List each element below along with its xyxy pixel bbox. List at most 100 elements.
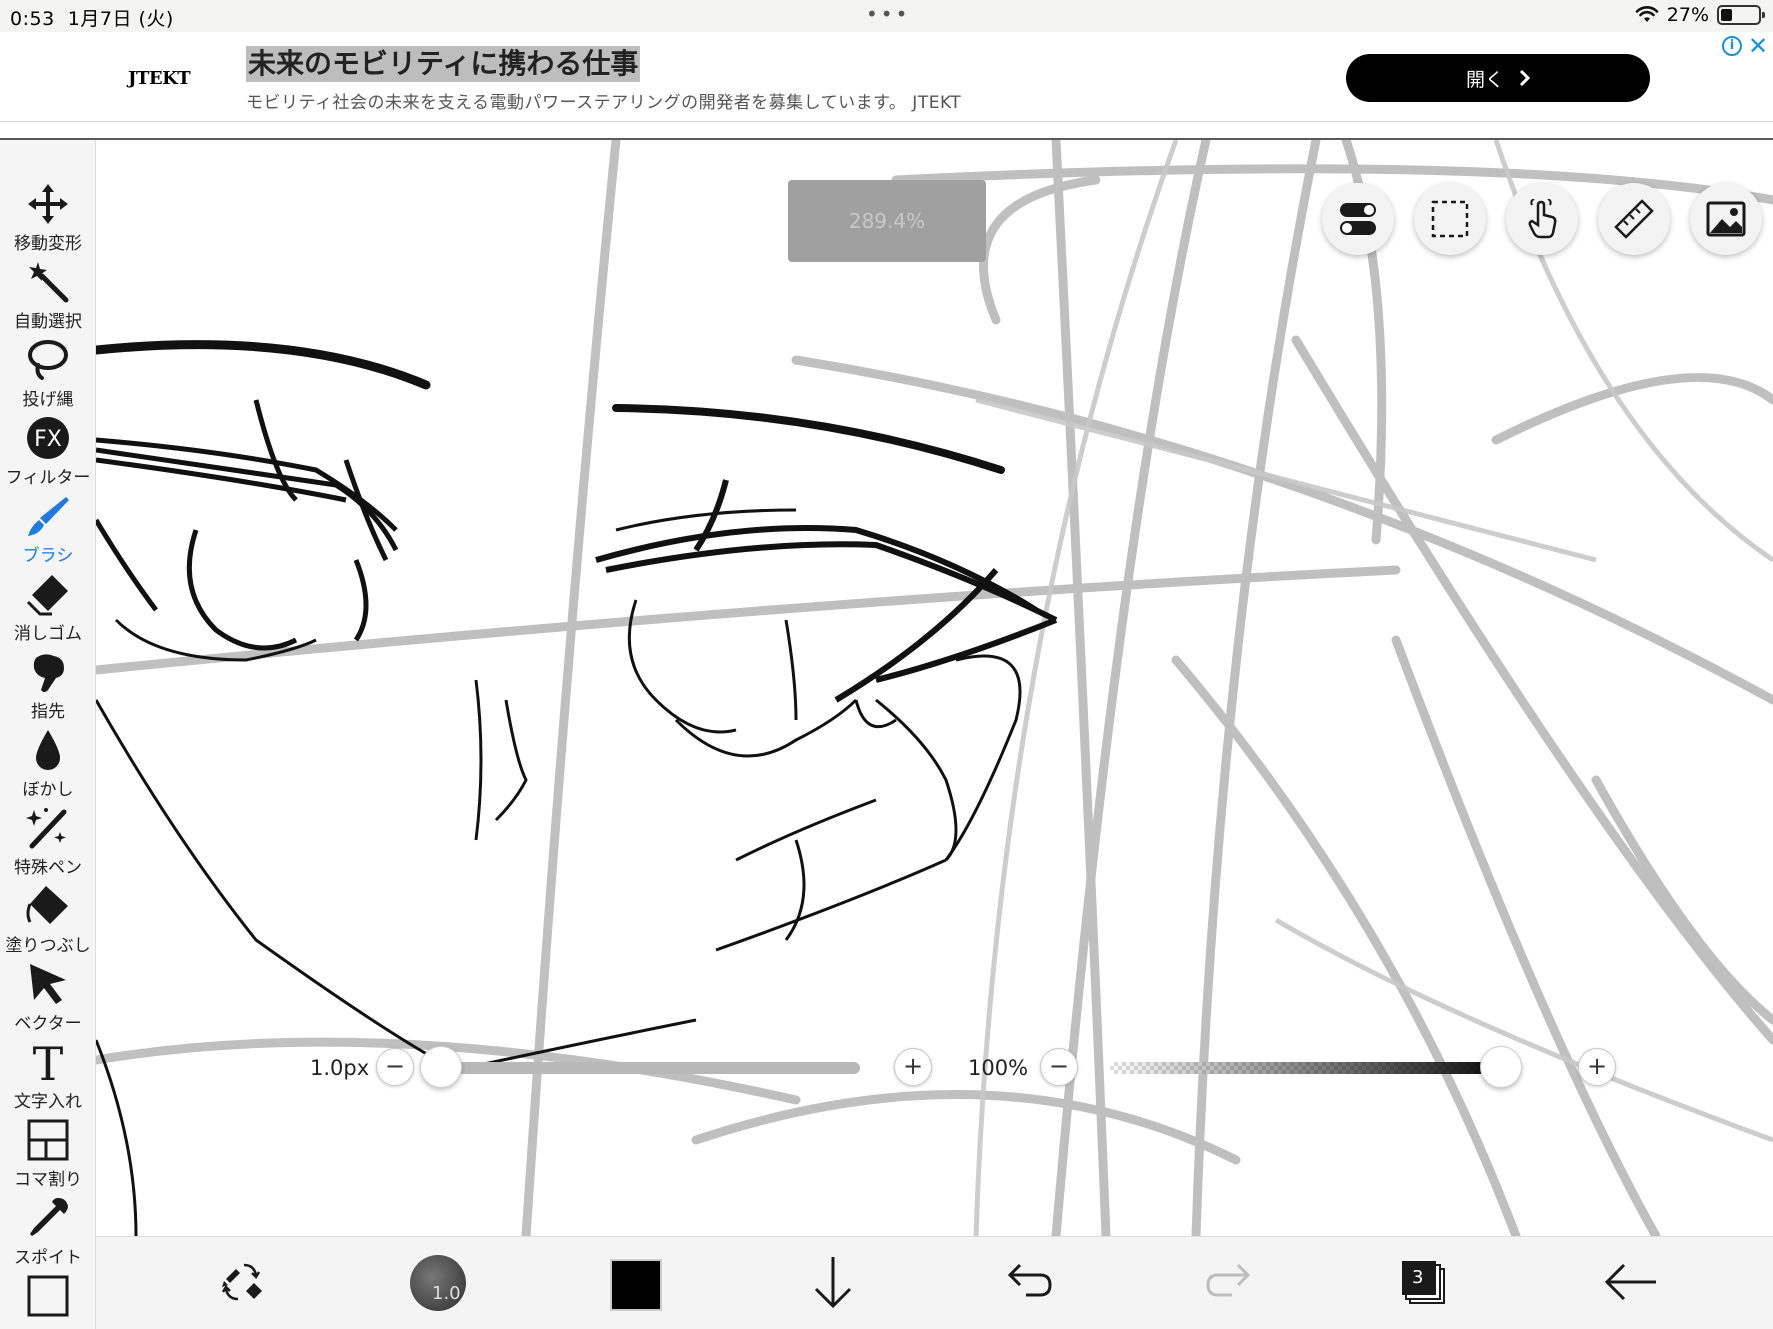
ad-logo: JTEKT: [128, 68, 191, 89]
tool-smudge[interactable]: 指先: [0, 648, 96, 726]
eraser-icon: [26, 575, 68, 616]
tool-label: 塗りつぶし: [5, 936, 91, 956]
tool-label: ぼかし: [22, 780, 74, 800]
brush-size-increase-button[interactable]: +: [894, 1048, 932, 1086]
canvas-square-icon: [27, 1275, 69, 1317]
zoom-indicator: 289.4%: [788, 180, 986, 262]
tool-label: ベクター: [14, 1014, 82, 1034]
pen-eraser-swap-icon: [221, 1263, 262, 1301]
tool-label: ブラシ: [22, 546, 74, 566]
tool-special-pen[interactable]: 特殊ペン: [0, 804, 96, 882]
tool-text[interactable]: T 文字入れ: [0, 1038, 96, 1116]
multitasking-dots[interactable]: •••: [866, 2, 910, 26]
ad-open-button[interactable]: 開く: [1346, 54, 1650, 102]
cursor-arrow-icon: [30, 964, 66, 1004]
brush-size-slider[interactable]: 1.0px − +: [300, 1046, 940, 1092]
arrow-down-icon: [814, 1257, 852, 1309]
text-t-icon: T: [33, 1040, 64, 1084]
tool-label: 指先: [31, 702, 65, 722]
ad-title[interactable]: 未来のモビリティに携わる仕事: [246, 46, 641, 82]
brush-size-value: 1.0px: [310, 1056, 370, 1080]
wifi-icon: [1635, 6, 1659, 22]
layers-button[interactable]: 3: [1400, 1259, 1446, 1305]
battery-percent: 27%: [1666, 4, 1709, 26]
tool-magic-wand[interactable]: 自動選択: [0, 258, 96, 336]
chevron-right-icon: [1519, 69, 1530, 87]
selection-button[interactable]: [1414, 183, 1486, 255]
tool-filter[interactable]: FX フィルター: [0, 414, 96, 492]
brush-opacity-slider[interactable]: 100% − +: [960, 1046, 1620, 1092]
brush-opacity-decrease-button[interactable]: −: [1040, 1048, 1078, 1086]
tool-label: 投げ縄: [22, 390, 74, 410]
magic-wand-icon: [29, 262, 69, 303]
ad-description: モビリティ社会の未来を支える電動パワーステアリングの開発者を募集しています。 J…: [246, 93, 962, 113]
tool-frame[interactable]: コマ割り: [0, 1116, 96, 1194]
tool-label: コマ割り: [14, 1170, 82, 1190]
brush-opacity-increase-button[interactable]: +: [1578, 1048, 1616, 1086]
battery-icon: [1717, 5, 1765, 25]
brush-icon: [28, 497, 69, 536]
arrow-left-icon: [1604, 1263, 1656, 1301]
clock: 0:53: [10, 8, 55, 30]
sparkle-pen-icon: [26, 808, 67, 849]
status-indicators: 27%: [1635, 4, 1765, 26]
tool-move[interactable]: 移動変形: [0, 180, 96, 258]
touch-mode-button[interactable]: [1506, 183, 1578, 255]
tool-lasso[interactable]: 投げ縄: [0, 336, 96, 414]
tool-vector[interactable]: ベクター: [0, 960, 96, 1038]
brush-opacity-thumb[interactable]: [1480, 1046, 1522, 1088]
tool-eyedropper[interactable]: スポイト: [0, 1194, 96, 1272]
swap-tool-button[interactable]: [210, 1249, 276, 1315]
undo-button[interactable]: [996, 1249, 1062, 1315]
brush-size-preview-label: 1.0: [432, 1283, 461, 1304]
left-toolbar: 移動変形 自動選択 投げ縄 FX フィルター ブラシ 消しゴム 指先 ぼかし 特…: [0, 140, 96, 1329]
panel-layout-icon: [27, 1119, 69, 1161]
image-material-button[interactable]: [1690, 183, 1762, 255]
move-arrows-icon: [28, 184, 68, 224]
toggle-settings-button[interactable]: [1322, 183, 1394, 255]
date: 1月7日 (火): [67, 8, 174, 30]
tool-label: 移動変形: [14, 234, 82, 254]
toggle-switch-icon: [1340, 203, 1376, 235]
ad-close-icon[interactable]: ✕: [1748, 32, 1768, 60]
tool-label: 文字入れ: [14, 1092, 82, 1112]
brush-size-thumb[interactable]: [420, 1046, 462, 1088]
brush-size-track[interactable]: [430, 1062, 860, 1074]
filter-fx-icon: FX: [27, 417, 69, 459]
ad-open-label: 開く: [1465, 69, 1504, 91]
back-button[interactable]: [1600, 1249, 1666, 1315]
brush-size-decrease-button[interactable]: −: [376, 1048, 414, 1086]
brush-opacity-track[interactable]: [1110, 1062, 1520, 1074]
current-color-swatch[interactable]: [610, 1259, 662, 1311]
layer-down-button[interactable]: [800, 1249, 866, 1315]
bottom-toolbar: 1.0 3: [96, 1236, 1773, 1329]
redo-button[interactable]: [1196, 1249, 1262, 1315]
water-drop-icon: [36, 730, 60, 770]
layer-count-label: 3: [1412, 1267, 1424, 1288]
status-bar: 0:53 1月7日 (火) ••• 27%: [0, 0, 1773, 32]
tool-label: 自動選択: [14, 312, 82, 332]
tool-label: スポイト: [14, 1248, 82, 1268]
redo-icon: [1206, 1263, 1251, 1297]
tool-label: 消しゴム: [14, 624, 82, 644]
ruler-icon: [1614, 199, 1654, 239]
image-icon: [1706, 201, 1746, 237]
ad-banner[interactable]: JTEKT 未来のモビリティに携わる仕事 モビリティ社会の未来を支える電動パワー…: [0, 32, 1773, 122]
hand-touch-icon: [1528, 199, 1557, 239]
dashed-selection-icon: [1431, 200, 1469, 238]
tool-canvas[interactable]: [0, 1272, 96, 1326]
brush-opacity-value: 100%: [968, 1056, 1029, 1080]
tool-blur[interactable]: ぼかし: [0, 726, 96, 804]
paint-bucket-icon: [26, 886, 68, 924]
tool-fill[interactable]: 塗りつぶし: [0, 882, 96, 960]
brush-size-preview[interactable]: 1.0: [410, 1255, 466, 1311]
ruler-button[interactable]: [1598, 183, 1670, 255]
status-time: 0:53 1月7日 (火): [10, 4, 174, 31]
finger-icon: [33, 654, 64, 692]
ad-info-icon[interactable]: i: [1722, 36, 1742, 56]
tool-brush[interactable]: ブラシ: [0, 492, 96, 570]
eyedropper-icon: [30, 1198, 68, 1236]
svg-text:FX: FX: [34, 427, 62, 452]
undo-icon: [1007, 1263, 1052, 1297]
tool-eraser[interactable]: 消しゴム: [0, 570, 96, 648]
